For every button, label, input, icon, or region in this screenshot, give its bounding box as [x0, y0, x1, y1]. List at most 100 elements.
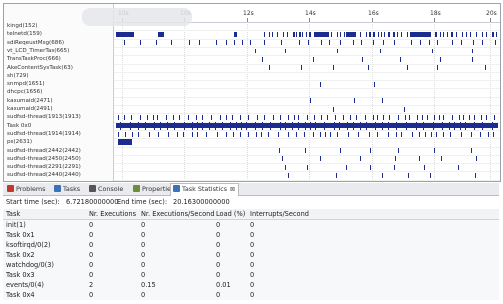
trace-event-mark[interactable]	[486, 114, 487, 120]
trace-event-mark[interactable]	[451, 31, 453, 38]
trace-event-mark[interactable]	[340, 31, 341, 38]
trace-event-mark[interactable]	[320, 131, 321, 137]
trace-event-mark[interactable]	[234, 31, 237, 38]
trace-event-mark[interactable]	[192, 121, 193, 130]
trace-event-mark[interactable]	[236, 121, 237, 130]
trace-event-mark[interactable]	[333, 106, 334, 112]
trace-event-mark[interactable]	[233, 131, 234, 137]
trace-event-mark[interactable]	[458, 164, 459, 170]
trace-event-mark[interactable]	[192, 131, 193, 137]
trace-event-mark[interactable]	[427, 114, 428, 120]
trace-event-mark[interactable]	[437, 65, 438, 70]
trace-event-mark[interactable]	[226, 114, 227, 120]
trace-event-mark[interactable]	[269, 31, 270, 38]
trace-event-mark[interactable]	[465, 121, 466, 130]
trace-event-mark[interactable]	[425, 131, 426, 137]
trace-event-mark[interactable]	[340, 148, 341, 154]
trace-event-mark[interactable]	[189, 40, 190, 46]
trace-event-mark[interactable]	[262, 121, 263, 130]
trace-event-mark[interactable]	[130, 121, 131, 130]
trace-event-mark[interactable]	[461, 131, 462, 137]
task-name-label[interactable]: kasumaid(2471)	[7, 97, 53, 105]
trace-event-mark[interactable]	[246, 121, 247, 130]
trace-event-mark[interactable]	[211, 114, 212, 120]
trace-view[interactable]: kingd(152) telnetd(159) sdiReqeustMsg(686)…	[3, 3, 501, 182]
task-name-label[interactable]: sudfsd-thread(2450(2450)	[7, 155, 81, 163]
trace-event-mark[interactable]	[301, 65, 302, 70]
trace-event-mark[interactable]	[361, 40, 362, 46]
trace-event-mark[interactable]	[442, 121, 443, 130]
trace-event-mark[interactable]	[460, 121, 461, 130]
trace-event-mark[interactable]	[296, 31, 297, 38]
trace-event-mark[interactable]	[179, 114, 180, 120]
trace-event-mark[interactable]	[226, 40, 227, 46]
trace-event-mark[interactable]	[393, 31, 395, 38]
trace-event-mark[interactable]	[264, 40, 265, 46]
trace-event-mark[interactable]	[154, 121, 155, 130]
trace-event-mark[interactable]	[329, 40, 330, 46]
trace-event-mark[interactable]	[407, 65, 408, 70]
trace-event-mark[interactable]	[481, 114, 482, 120]
task-name-label[interactable]: kingd(152)	[7, 22, 37, 30]
trace-event-mark[interactable]	[118, 114, 119, 120]
trace-event-mark[interactable]	[469, 114, 470, 120]
trace-event-mark[interactable]	[476, 156, 477, 162]
trace-event-mark[interactable]	[466, 31, 467, 38]
trace-event-mark[interactable]	[138, 121, 139, 130]
trace-event-mark[interactable]	[407, 31, 408, 38]
task-name-label[interactable]: sudfsd-thread(1913(1913)	[7, 113, 81, 121]
trace-event-mark[interactable]	[440, 57, 441, 62]
trace-event-mark[interactable]	[423, 121, 424, 130]
column-header[interactable]: Task	[6, 209, 20, 219]
trace-event-mark[interactable]	[493, 131, 494, 137]
trace-event-mark[interactable]	[433, 121, 434, 130]
trace-event-mark[interactable]	[443, 31, 444, 38]
trace-event-mark[interactable]	[285, 48, 286, 54]
trace-event-mark[interactable]	[377, 131, 378, 137]
trace-event-mark[interactable]	[439, 114, 440, 120]
trace-event-mark[interactable]	[340, 40, 341, 46]
trace-event-mark[interactable]	[324, 121, 325, 130]
trace-event-mark[interactable]	[373, 31, 375, 38]
trace-event-mark[interactable]	[378, 31, 379, 38]
task-name-label[interactable]: snmpd(1651)	[7, 80, 45, 88]
trace-event-mark[interactable]	[405, 114, 406, 120]
trace-event-mark[interactable]	[431, 131, 432, 137]
trace-event-mark[interactable]	[443, 114, 444, 120]
trace-event-mark[interactable]	[199, 40, 200, 46]
trace-event-mark[interactable]	[471, 148, 472, 154]
trace-event-mark[interactable]	[492, 31, 494, 38]
trace-event-mark[interactable]	[310, 98, 311, 104]
trace-event-mark[interactable]	[417, 114, 418, 120]
trace-event-mark[interactable]	[436, 131, 437, 137]
trace-event-mark[interactable]	[360, 156, 361, 162]
trace-event-mark[interactable]	[440, 31, 441, 38]
trace-event-mark[interactable]	[241, 121, 242, 130]
trace-event-mark[interactable]	[461, 40, 462, 46]
trace-event-mark[interactable]	[370, 148, 371, 154]
trace-event-mark[interactable]	[282, 156, 283, 162]
trace-event-mark[interactable]	[353, 121, 354, 130]
trace-event-mark[interactable]	[202, 114, 203, 120]
trace-event-mark[interactable]	[306, 31, 307, 38]
trace-event-mark[interactable]	[280, 121, 281, 130]
trace-event-mark[interactable]	[380, 48, 381, 54]
trace-event-mark[interactable]	[160, 121, 161, 130]
trace-event-mark[interactable]	[398, 148, 399, 154]
trace-event-mark[interactable]	[375, 121, 376, 130]
trace-event-mark[interactable]	[298, 121, 299, 130]
trace-event-mark[interactable]	[346, 31, 356, 38]
trace-event-mark[interactable]	[443, 131, 444, 137]
trace-event-mark[interactable]	[394, 40, 395, 46]
trace-event-mark[interactable]	[272, 31, 273, 38]
trace-event-mark[interactable]	[343, 114, 344, 120]
trace-event-mark[interactable]	[232, 114, 233, 120]
trace-event-mark[interactable]	[292, 121, 293, 130]
task-name-label[interactable]: ps(2631)	[7, 138, 32, 146]
trace-event-mark[interactable]	[277, 31, 278, 38]
trace-event-mark[interactable]	[283, 31, 284, 38]
trace-event-mark[interactable]	[369, 131, 370, 137]
trace-event-mark[interactable]	[145, 121, 146, 130]
column-header[interactable]: Nr. Executions/Second	[141, 209, 215, 219]
trace-event-mark[interactable]	[315, 121, 316, 130]
